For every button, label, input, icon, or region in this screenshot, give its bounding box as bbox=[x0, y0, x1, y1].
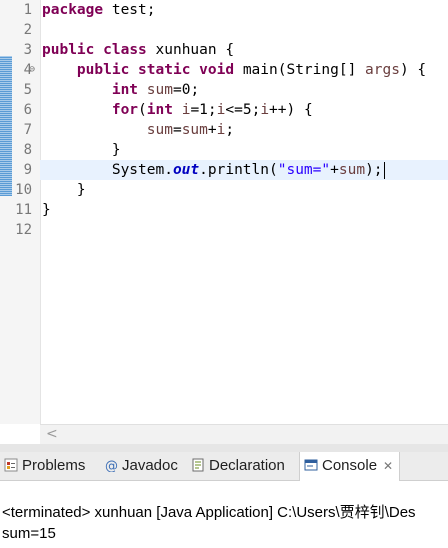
code-line[interactable]: 11} bbox=[0, 200, 448, 220]
close-icon[interactable]: ✕ bbox=[383, 459, 393, 473]
svg-text:@: @ bbox=[105, 459, 118, 472]
code-text: sum=sum+i; bbox=[146, 122, 235, 138]
tab-javadoc[interactable]: @ Javadoc bbox=[104, 452, 178, 480]
code-text: System.out.println("sum="+sum); bbox=[42, 161, 385, 179]
text-caret bbox=[383, 161, 385, 179]
problems-icon bbox=[4, 454, 18, 472]
line-number: 6 bbox=[23, 102, 32, 118]
code-text: } bbox=[42, 202, 51, 218]
tab-declaration-label: Declaration bbox=[209, 457, 285, 474]
line-number: 8 bbox=[23, 142, 32, 158]
code-text: } bbox=[42, 142, 121, 158]
fold-toggle-icon[interactable]: ⊖ bbox=[29, 60, 39, 80]
line-number: 3 bbox=[23, 42, 32, 58]
line-number: 4 bbox=[23, 62, 32, 78]
code-text: public static void main(String[] args) { bbox=[76, 62, 427, 78]
line-number: 10 bbox=[15, 182, 32, 198]
code-line[interactable]: 1 package test; bbox=[0, 0, 448, 20]
code-line[interactable]: 7 sum=sum+i; bbox=[0, 120, 448, 140]
tab-problems-label: Problems bbox=[22, 457, 86, 474]
scroll-left-arrow-icon[interactable]: < bbox=[46, 426, 58, 442]
tab-problems[interactable]: Problems bbox=[4, 452, 85, 480]
line-number: 9 bbox=[23, 162, 32, 178]
declaration-icon bbox=[191, 454, 205, 472]
tab-console[interactable]: Console ✕ bbox=[299, 452, 401, 481]
code-editor[interactable]: 1 package test; 2 3 public class xunhuan { 4 ⊖… bbox=[0, 0, 448, 424]
code-line[interactable]: 5 int sum=0; bbox=[0, 80, 448, 100]
line-number: 1 bbox=[23, 2, 32, 18]
code-line[interactable]: 8 } bbox=[0, 140, 448, 160]
tab-console-label: Console bbox=[322, 457, 378, 474]
line-number: 12 bbox=[15, 222, 32, 238]
code-line[interactable]: 3 public class xunhuan { bbox=[0, 40, 448, 60]
code-line[interactable]: 12 bbox=[0, 220, 448, 240]
code-text: public class xunhuan { bbox=[42, 42, 235, 58]
code-line[interactable]: 4 ⊖ public static void main(String[] args… bbox=[0, 60, 448, 80]
code-line[interactable]: 2 bbox=[0, 20, 448, 40]
console-status-header: <terminated> xunhuan [Java Application] … bbox=[2, 504, 416, 521]
code-line[interactable]: 9 System.out.println("sum="+sum); bbox=[24, 160, 448, 180]
console-output[interactable]: sum=15 bbox=[2, 525, 56, 542]
line-number: 7 bbox=[23, 122, 32, 138]
tab-declaration[interactable]: Declaration bbox=[191, 452, 285, 480]
code-text: for(int i=1;i<=5;i++) { bbox=[111, 102, 313, 118]
code-line[interactable]: 10 } bbox=[0, 180, 448, 200]
console-icon bbox=[304, 454, 318, 471]
tab-javadoc-label: Javadoc bbox=[122, 457, 178, 474]
console-view[interactable]: <terminated> xunhuan [Java Application] … bbox=[0, 481, 448, 548]
line-number: 5 bbox=[23, 82, 32, 98]
javadoc-icon: @ bbox=[104, 454, 118, 474]
bottom-panel-tabbar: Problems @ Javadoc Declaration Console ✕ bbox=[0, 452, 448, 481]
horizontal-scrollbar[interactable]: < bbox=[40, 424, 448, 445]
code-text: } bbox=[42, 182, 86, 198]
line-number: 2 bbox=[23, 22, 32, 38]
code-text: int sum=0; bbox=[111, 82, 200, 98]
code-text: package test; bbox=[42, 2, 156, 18]
code-line[interactable]: 6 for(int i=1;i<=5;i++) { bbox=[0, 100, 448, 120]
panel-separator bbox=[0, 444, 448, 452]
line-number: 11 bbox=[15, 202, 32, 218]
